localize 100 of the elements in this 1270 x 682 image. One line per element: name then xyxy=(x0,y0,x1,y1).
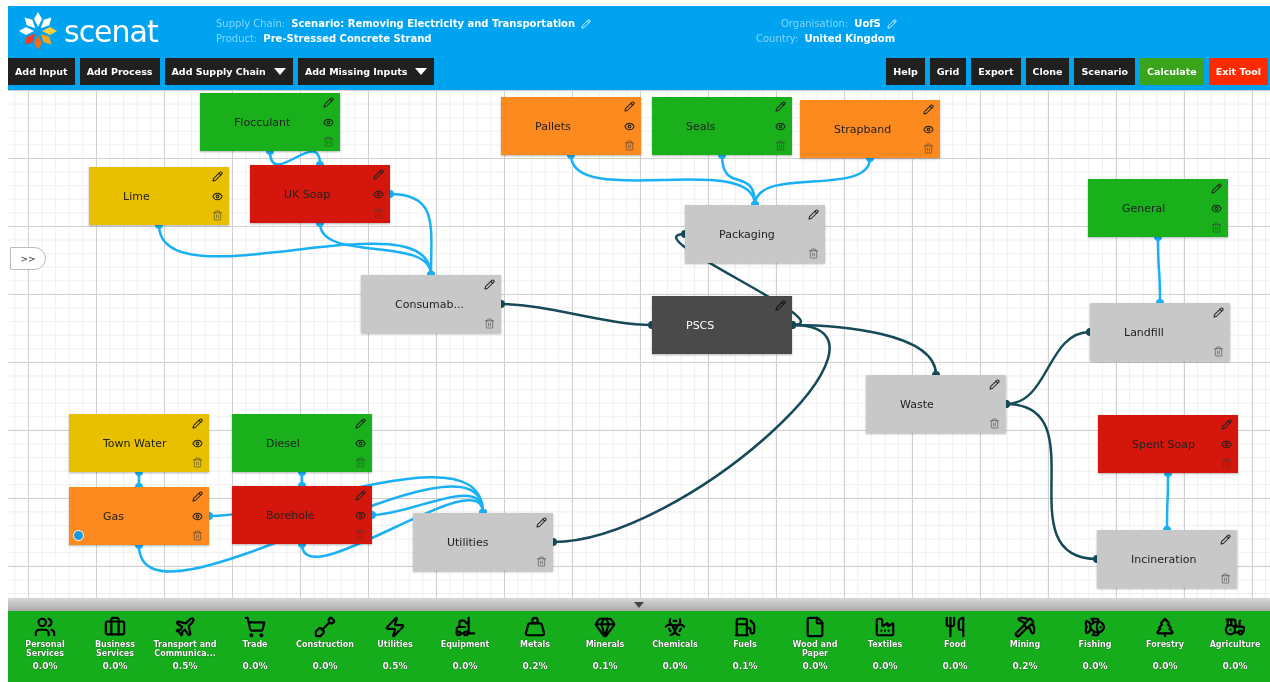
sector-name: Trade xyxy=(241,640,269,651)
caret-icon xyxy=(273,67,286,75)
node-label: Pallets xyxy=(535,119,571,133)
lightning-icon[interactable] xyxy=(384,616,406,638)
delete-icon[interactable] xyxy=(484,318,495,329)
supply-chain-node[interactable]: Diesel xyxy=(232,414,372,472)
delete-icon[interactable] xyxy=(192,457,203,468)
edit-icon[interactable] xyxy=(775,101,786,112)
supply-chain-node[interactable]: Waste xyxy=(866,375,1006,433)
delete-icon[interactable] xyxy=(1220,573,1231,584)
shovel-icon[interactable] xyxy=(314,616,336,638)
supply-chain-node[interactable]: Incineration xyxy=(1097,530,1237,588)
dropdown-button[interactable]: Add Supply Chain xyxy=(164,57,293,85)
edit-icon[interactable] xyxy=(1220,534,1231,545)
fuel-pump-icon[interactable] xyxy=(734,616,756,638)
sector-share: 0.0% xyxy=(452,661,478,671)
document-icon[interactable] xyxy=(804,616,826,638)
supply-chain-node[interactable]: Packaging xyxy=(685,205,825,263)
people-icon[interactable] xyxy=(34,616,56,638)
sector-share: 0.2% xyxy=(522,661,548,671)
eye-icon[interactable] xyxy=(775,120,786,132)
edit-icon[interactable] xyxy=(355,418,366,429)
sector-share: 0.0% xyxy=(802,661,828,671)
edit-icon[interactable] xyxy=(808,209,819,220)
sector-share: 0.1% xyxy=(732,661,758,671)
factory-icon[interactable] xyxy=(874,616,896,638)
supply-chain-node[interactable]: Utilities xyxy=(413,513,553,571)
flower-logo-icon xyxy=(18,11,58,51)
eye-icon[interactable] xyxy=(192,437,203,449)
sector-name: Equipment xyxy=(439,640,491,651)
edit-icon[interactable] xyxy=(923,104,934,115)
eye-icon[interactable] xyxy=(212,190,223,202)
toolbar-button[interactable]: Exit Tool xyxy=(1208,57,1268,85)
delete-icon[interactable] xyxy=(808,248,819,259)
edit-icon[interactable] xyxy=(192,418,203,429)
edit-icon[interactable] xyxy=(536,517,547,528)
weight-icon[interactable] xyxy=(524,616,546,638)
briefcase-icon[interactable] xyxy=(104,616,126,638)
sector-share: 0.0% xyxy=(312,661,338,671)
toolbar-button[interactable]: Add Input xyxy=(8,57,75,85)
node-label: Gas xyxy=(103,509,124,523)
info-label: Supply Chain: xyxy=(216,18,286,29)
cutlery-icon[interactable] xyxy=(944,616,966,638)
edit-icon[interactable] xyxy=(989,379,1000,390)
tractor-icon[interactable] xyxy=(1224,616,1246,638)
toolbar-button[interactable]: Help xyxy=(886,57,925,85)
drawer-handle[interactable] xyxy=(8,598,1270,611)
eye-icon[interactable] xyxy=(323,116,334,128)
caret-icon xyxy=(634,601,644,608)
toolbar-button[interactable]: Grid xyxy=(929,57,967,85)
fish-icon[interactable] xyxy=(1084,616,1106,638)
toolbar-button[interactable]: Add Process xyxy=(79,57,160,85)
delete-icon[interactable] xyxy=(212,210,223,221)
edit-icon[interactable] xyxy=(1211,183,1222,194)
edit-icon[interactable] xyxy=(624,101,635,112)
sector-share: 0.0% xyxy=(872,661,898,671)
delete-icon[interactable] xyxy=(989,418,1000,429)
edit-icon[interactable] xyxy=(192,491,203,502)
supply-chain-node[interactable]: Strapband xyxy=(800,100,940,158)
supply-chain-node[interactable]: Lime xyxy=(89,167,229,225)
delete-icon[interactable] xyxy=(1213,346,1224,357)
cart-icon[interactable] xyxy=(244,616,266,638)
dropdown-button[interactable]: Add Missing Inputs xyxy=(297,57,435,85)
plane-icon[interactable] xyxy=(174,616,196,638)
diamond-icon[interactable] xyxy=(594,616,616,638)
delete-icon[interactable] xyxy=(536,556,547,567)
sector-name: Mining xyxy=(1008,640,1042,651)
info-icon[interactable] xyxy=(73,530,84,541)
forklift-icon[interactable] xyxy=(454,616,476,638)
toolbar-button[interactable]: Export xyxy=(971,57,1021,85)
tree-icon[interactable] xyxy=(1154,616,1176,638)
supply-chain-node[interactable]: General xyxy=(1088,179,1228,237)
supply-chain-node[interactable]: Flocculant xyxy=(200,93,340,151)
eye-icon[interactable] xyxy=(1211,202,1222,214)
logo-text: scenat xyxy=(64,13,158,49)
edit-icon[interactable] xyxy=(212,171,223,182)
pickaxe-icon[interactable] xyxy=(1014,616,1036,638)
eye-icon[interactable] xyxy=(624,120,635,132)
node-label: Borehole xyxy=(266,508,315,522)
supply-chain-node[interactable]: Town Water xyxy=(69,414,209,472)
eye-icon[interactable] xyxy=(923,123,934,135)
edit-icon[interactable] xyxy=(323,97,334,108)
eye-icon[interactable] xyxy=(355,437,366,449)
supply-chain-node[interactable]: PSCS xyxy=(652,296,792,354)
supply-chain-node[interactable]: Seals xyxy=(652,97,792,155)
supply-chain-node[interactable]: Gas xyxy=(69,487,209,545)
toolbar-button[interactable]: Clone xyxy=(1025,57,1070,85)
supply-chain-node[interactable]: Landfill xyxy=(1090,303,1230,361)
toolbar-button[interactable]: Scenario xyxy=(1074,57,1136,85)
sector-name: Agriculture xyxy=(1208,640,1262,651)
info-label: Product: xyxy=(216,33,258,44)
sector-name: Chemicals xyxy=(651,640,699,651)
eye-icon[interactable] xyxy=(192,510,203,522)
sector-share: 0.0% xyxy=(32,661,58,671)
edit-icon[interactable] xyxy=(1213,307,1224,318)
supply-chain-node[interactable]: Consumab... xyxy=(361,275,501,333)
edit-icon[interactable] xyxy=(484,279,495,290)
biohazard-icon[interactable] xyxy=(664,616,686,638)
supply-chain-node[interactable]: Pallets xyxy=(501,97,641,155)
panel-toggle-button[interactable]: >> xyxy=(10,247,46,270)
